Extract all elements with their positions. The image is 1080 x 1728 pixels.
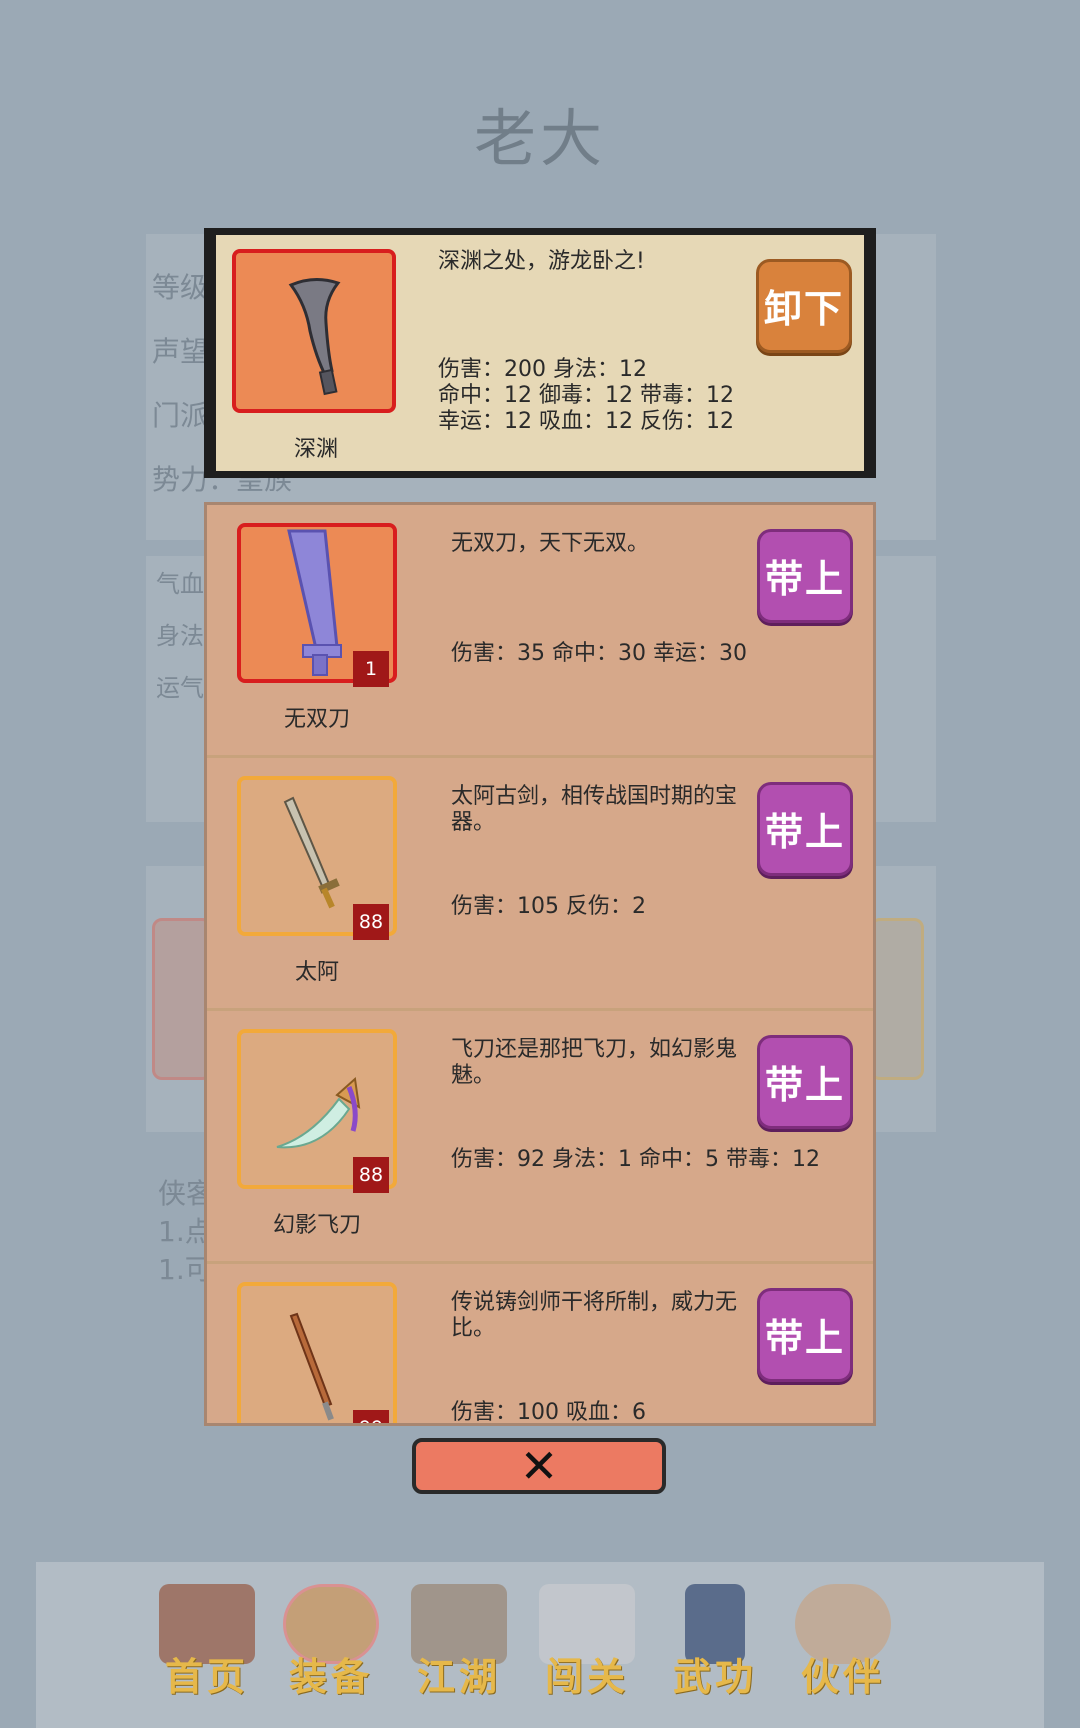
inventory-item-row: 88 太阿 太阿古剑，相传战国时期的宝器。 伤害：105 反伤：2 带上 [207,758,873,1011]
nav-item-partners[interactable]: 伙伴 [788,1584,898,1704]
inventory-item-name: 幻影飞刀 [272,1213,361,1238]
equipped-item-stats-1: 伤害：200 身法：12 [438,357,647,382]
nav-item-challenge[interactable]: 闯关 [532,1584,642,1704]
equip-button[interactable]: 带上 [757,1288,853,1382]
nav-label: 闯关 [544,1654,629,1699]
nav-item-jianghu[interactable]: 江湖 [404,1584,514,1704]
nav-label: 武功 [672,1654,757,1699]
close-button[interactable]: ✕ [412,1438,666,1494]
nav-item-martial-arts[interactable]: 武功 [660,1584,770,1704]
item-count-badge: 88 [353,904,389,940]
inventory-item-stats: 伤害：35 命中：30 幸运：30 [451,641,747,666]
inventory-item-frame [237,1282,397,1423]
inventory-item-row: 1 无双刀 无双刀，天下无双。 伤害：35 命中：30 幸运：30 带上 [207,505,873,758]
equip-button[interactable]: 带上 [757,529,853,623]
item-count-badge: 88 [353,1157,389,1193]
item-count-badge: 99 [353,1410,389,1423]
screen: 老大 等级 声望 门派 势力：皇族 气血 身法 运气 侠客 1.点 1.可 深渊… [0,0,1080,1728]
inventory-item-description: 太阿古剑，相传战国时期的宝器。 [451,784,738,835]
close-x-icon: ✕ [519,1439,559,1493]
inventory-item-name: 太阿 [294,960,339,985]
inventory-item-row: 88 幻影飞刀 飞刀还是那把飞刀，如幻影鬼魅。 伤害：92 身法：1 命中：5 … [207,1011,873,1264]
ganjiang-sword-icon [289,1312,334,1421]
nav-item-home[interactable]: 首页 [152,1584,262,1704]
inventory-item-stats: 伤害：105 反伤：2 [451,894,646,919]
nav-label: 首页 [164,1654,249,1699]
inventory-item-description: 飞刀还是那把飞刀，如幻影鬼魅。 [451,1037,738,1088]
equipped-item-stats-3: 幸运：12 吸血：12 反伤：12 [438,409,734,434]
nav-label: 江湖 [416,1654,501,1699]
equipped-item-description: 深渊之处，游龙卧之! [438,249,645,274]
equip-button[interactable]: 带上 [757,782,853,876]
equipped-item-stats-2: 命中：12 御毒：12 带毒：12 [438,383,734,408]
equipped-item-panel: 深渊 深渊之处，游龙卧之! 伤害：200 身法：12 命中：12 御毒：12 带… [204,228,876,478]
equip-button[interactable]: 带上 [757,1035,853,1129]
inventory-item-description: 无双刀，天下无双。 [451,531,650,556]
item-count-badge: 1 [353,651,389,687]
equipped-item-name: 深渊 [293,437,338,462]
dark-blade-icon [288,278,341,396]
nav-item-equipment[interactable]: 装备 [276,1584,386,1704]
nav-label: 伙伴 [800,1654,885,1699]
nav-label: 装备 [288,1654,373,1699]
inventory-list[interactable]: 1 无双刀 无双刀，天下无双。 伤害：35 命中：30 幸运：30 带上 88 … [204,502,876,1426]
inventory-item-row: 99 传说铸剑师干将所制，威力无比。 伤害：100 吸血：6 带上 [207,1264,873,1425]
unequip-button[interactable]: 卸下 [756,259,852,353]
inventory-item-name: 无双刀 [283,707,350,732]
inventory-item-stats: 伤害：92 身法：1 命中：5 带毒：12 [451,1147,820,1172]
equipped-item-frame [232,249,396,413]
inventory-item-stats: 伤害：100 吸血：6 [451,1400,646,1425]
bottom-nav: 首页 装备 江湖 闯关 武功 伙伴 [36,1562,1044,1728]
inventory-item-description: 传说铸剑师干将所制，威力无比。 [451,1290,738,1341]
